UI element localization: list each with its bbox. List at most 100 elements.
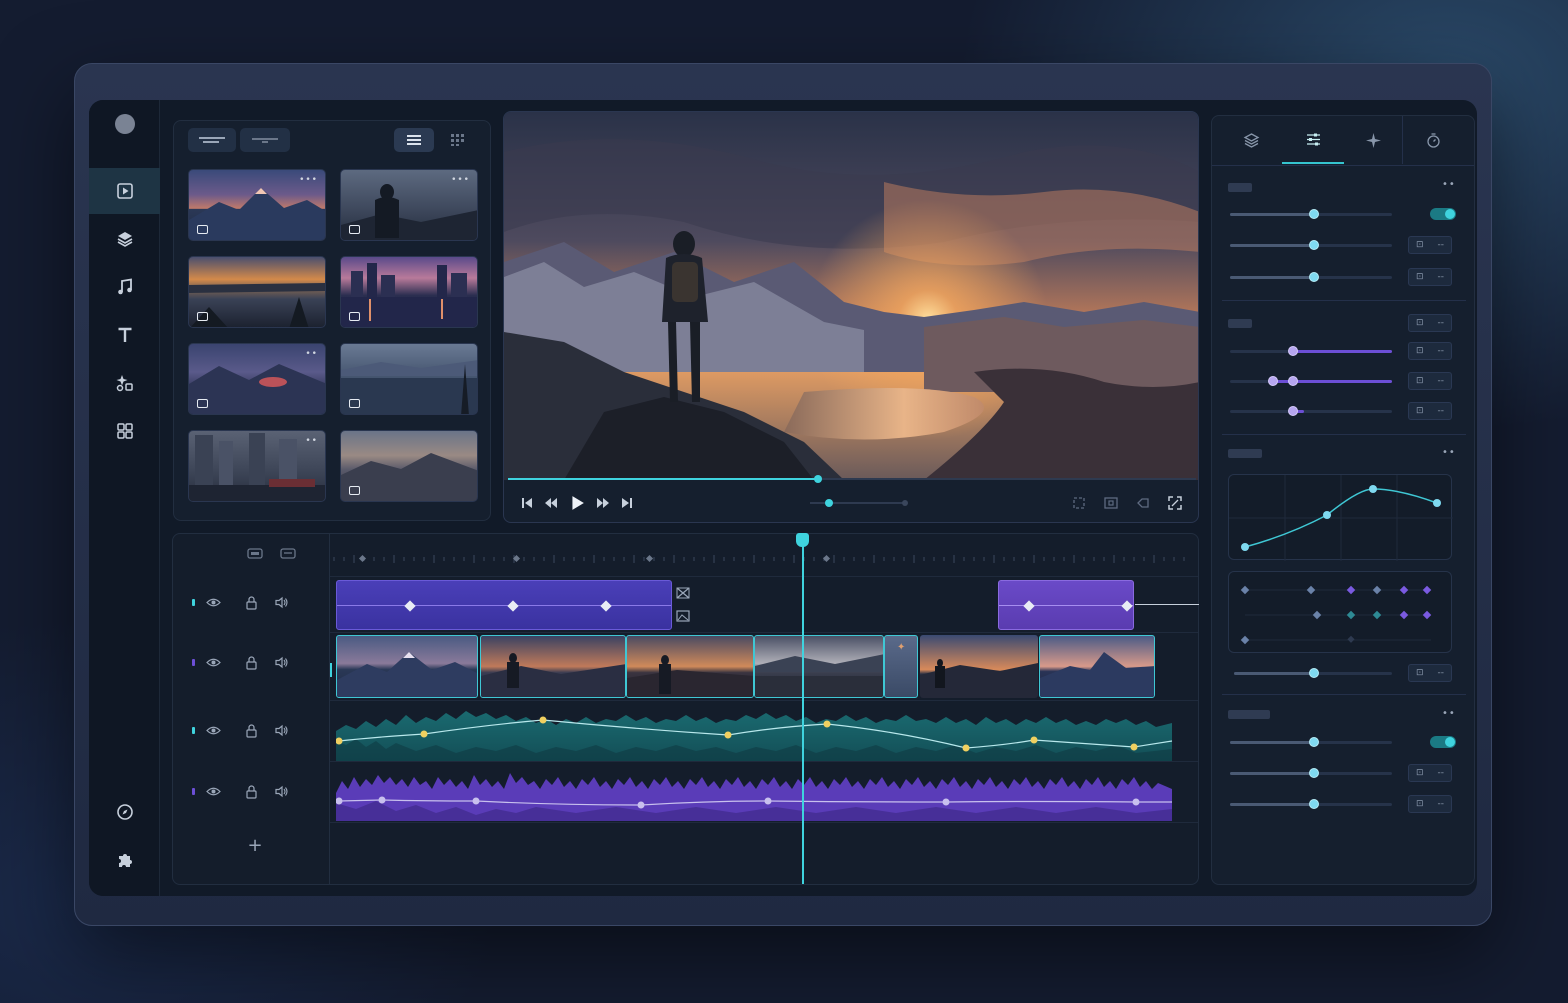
media-thumbnail[interactable]: ••• [188, 169, 326, 241]
keyframe-matrix[interactable] [1228, 571, 1452, 653]
value-field[interactable]: ⊡ -- [1408, 764, 1452, 782]
overlay-clip[interactable] [998, 580, 1134, 630]
sidebar-item-text[interactable] [89, 312, 160, 358]
tab-adjust[interactable] [1282, 116, 1344, 164]
volume-icon[interactable] [274, 655, 289, 670]
more-icon[interactable]: •• [305, 436, 318, 446]
slider-knob[interactable] [1309, 737, 1319, 747]
skip-end-button[interactable] [620, 495, 634, 511]
tab-layers[interactable] [1220, 116, 1282, 164]
keyframe[interactable] [600, 600, 612, 612]
slider-knob[interactable] [1309, 799, 1319, 809]
link-icon[interactable] [279, 548, 299, 560]
slider-knob[interactable] [1309, 668, 1319, 678]
rewind-button[interactable] [544, 495, 558, 511]
value-field[interactable]: ⊡ -- [1408, 236, 1452, 254]
sidebar-item-help[interactable] [89, 789, 160, 835]
image-clip-icon[interactable] [676, 610, 690, 622]
section-more-icon[interactable]: •• [1442, 179, 1456, 190]
section-toggle[interactable] [1430, 208, 1456, 220]
video-clip[interactable] [1039, 635, 1155, 698]
preview-scrubber-knob[interactable] [813, 475, 822, 483]
transition-icon[interactable] [676, 587, 690, 599]
volume-icon[interactable] [274, 595, 289, 610]
sidebar-item-plugins[interactable] [89, 837, 160, 883]
eye-icon[interactable] [206, 655, 221, 670]
sidebar-item-media[interactable] [89, 168, 160, 214]
keyframe[interactable] [507, 600, 519, 612]
lock-icon[interactable] [244, 784, 259, 799]
grid-view-button[interactable] [438, 128, 478, 152]
slider-knob[interactable] [1288, 406, 1298, 416]
lock-icon[interactable] [244, 595, 259, 610]
slider-knob[interactable] [1288, 376, 1298, 386]
value-field[interactable]: ⊡ -- [1408, 795, 1452, 813]
more-icon[interactable]: ••• [299, 175, 318, 185]
value-field[interactable]: ⊡ -- [1408, 402, 1452, 420]
media-thumbnail[interactable] [340, 256, 478, 328]
slider-knob[interactable] [1268, 376, 1278, 386]
video-clip[interactable] [754, 635, 884, 698]
adjust-slider[interactable] [1230, 240, 1392, 250]
sort-button[interactable] [188, 128, 236, 152]
media-thumbnail[interactable]: •• [188, 343, 326, 415]
fullscreen-button[interactable] [1168, 495, 1182, 511]
value-field[interactable]: ⊡ -- [1408, 372, 1452, 390]
video-clip[interactable] [920, 635, 1038, 698]
more-icon[interactable]: •• [305, 349, 318, 359]
preview-scrubber[interactable] [508, 475, 1196, 483]
value-field[interactable]: ⊡ -- [1408, 342, 1452, 360]
color-slider[interactable] [1230, 406, 1392, 416]
preview-frame[interactable] [504, 112, 1198, 480]
volume-knob[interactable] [825, 499, 834, 507]
slider-knob[interactable] [1309, 768, 1319, 778]
media-thumbnail[interactable] [340, 430, 478, 502]
adjust-slider[interactable] [1230, 799, 1392, 809]
more-icon[interactable]: ••• [451, 175, 470, 185]
audio-waveform-1[interactable] [336, 701, 1176, 763]
sidebar-item-elements[interactable] [89, 408, 160, 454]
timeline-ruler[interactable] [330, 542, 1198, 572]
curve-slider[interactable] [1234, 668, 1392, 678]
transition-clip[interactable]: ✦ [884, 635, 918, 698]
slider-knob[interactable] [1309, 272, 1319, 282]
overlay-clip[interactable] [336, 580, 672, 630]
volume-icon[interactable] [274, 723, 289, 738]
color-slider[interactable] [1230, 376, 1392, 386]
media-thumbnail[interactable]: ••• [340, 169, 478, 241]
sidebar-item-layers[interactable] [89, 216, 160, 262]
snap-icon[interactable] [246, 548, 266, 560]
adjust-slider[interactable] [1230, 272, 1392, 282]
sidebar-item-effects[interactable] [89, 360, 160, 406]
value-field[interactable]: ⊡ -- [1408, 664, 1452, 682]
add-track-button[interactable]: + [243, 836, 267, 856]
video-clip[interactable] [336, 635, 478, 698]
playhead[interactable] [802, 540, 804, 884]
adjust-slider[interactable] [1230, 768, 1392, 778]
curve-editor[interactable] [1228, 474, 1453, 561]
playhead-handle[interactable] [796, 533, 809, 547]
video-clip[interactable] [626, 635, 754, 698]
adjust-slider[interactable] [1230, 209, 1392, 219]
crop-button[interactable] [1072, 495, 1086, 511]
media-thumbnail[interactable] [188, 256, 326, 328]
value-field[interactable]: ⊡ -- [1408, 268, 1452, 286]
audio-waveform-2[interactable] [336, 763, 1176, 823]
media-thumbnail[interactable]: •• [188, 430, 326, 502]
lock-icon[interactable] [244, 655, 259, 670]
fast-forward-button[interactable] [596, 495, 610, 511]
tab-timing[interactable] [1402, 116, 1464, 164]
slider-knob[interactable] [1309, 240, 1319, 250]
eye-icon[interactable] [206, 723, 221, 738]
section-more-icon[interactable]: •• [1442, 708, 1456, 719]
keyframe[interactable] [1121, 600, 1133, 612]
eye-icon[interactable] [206, 595, 221, 610]
skip-start-button[interactable] [520, 495, 534, 511]
video-clip[interactable] [480, 635, 626, 698]
slider-knob[interactable] [1309, 209, 1319, 219]
section-toggle[interactable] [1430, 736, 1456, 748]
volume-icon[interactable] [274, 784, 289, 799]
filter-button[interactable] [240, 128, 290, 152]
play-button[interactable] [568, 495, 586, 511]
sidebar-item-audio[interactable] [89, 264, 160, 310]
